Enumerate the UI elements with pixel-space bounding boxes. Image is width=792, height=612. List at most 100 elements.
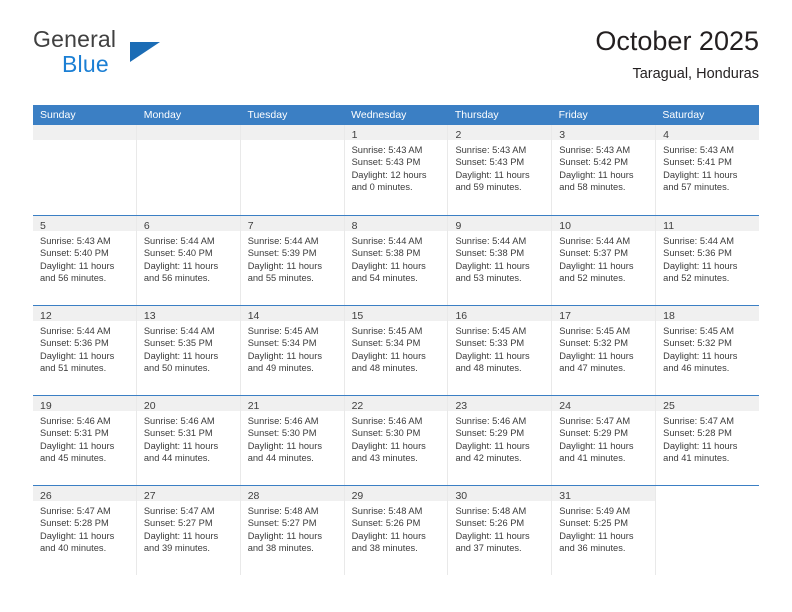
day-cell[interactable]: 24 Sunrise: 5:47 AM Sunset: 5:29 PM Dayligh… <box>551 396 656 485</box>
daylight-text-line2: and 46 minutes. <box>663 363 730 374</box>
sun-info: Sunrise: 5:48 AM Sunset: 5:26 PM Daylight:… <box>448 501 551 555</box>
sunset-text: Sunset: 5:36 PM <box>663 248 732 259</box>
title-block: October 2025 Taragual, Honduras <box>595 24 759 85</box>
daylight-text-line2: and 44 minutes. <box>143 453 211 464</box>
day-cell[interactable]: 8 Sunrise: 5:44 AM Sunset: 5:38 PM Daylight… <box>343 216 448 305</box>
sunset-text: Sunset: 5:27 PM <box>143 518 213 529</box>
day-cell[interactable]: 22 Sunrise: 5:46 AM Sunset: 5:30 PM Dayligh… <box>343 396 448 485</box>
day-number: 19 <box>40 400 52 412</box>
day-cell-empty <box>655 486 759 575</box>
day-cell[interactable]: 13 Sunrise: 5:44 AM Sunset: 5:35 PM Dayligh… <box>135 306 240 395</box>
day-cell[interactable]: 18 Sunrise: 5:45 AM Sunset: 5:32 PM Dayligh… <box>655 306 760 395</box>
date-strip: 2 <box>448 125 552 141</box>
day-cell[interactable]: 23 Sunrise: 5:46 AM Sunset: 5:29 PM Dayligh… <box>447 396 552 485</box>
sunrise-text: Sunrise: 5:47 AM <box>559 416 631 426</box>
day-cell[interactable]: 14 Sunrise: 5:45 AM Sunset: 5:34 PM Dayligh… <box>239 306 344 395</box>
daylight-text-line1: Daylight: 11 hours <box>559 260 634 271</box>
date-strip: 15 <box>344 306 448 322</box>
day-cell[interactable]: 7 Sunrise: 5:44 AM Sunset: 5:39 PM Daylight… <box>239 216 344 305</box>
sun-info: Sunrise: 5:43 AM Sunset: 5:40 PM Daylight:… <box>33 231 136 285</box>
daylight-text-line1: Daylight: 11 hours <box>559 350 634 361</box>
daylight-text-line2: and 52 minutes. <box>663 273 730 284</box>
day-cell[interactable]: 12 Sunrise: 5:44 AM Sunset: 5:36 PM Dayligh… <box>33 306 136 395</box>
day-number: 27 <box>143 490 156 502</box>
sun-info: Sunrise: 5:46 AM Sunset: 5:31 PM Daylight:… <box>137 411 240 465</box>
day-cell[interactable]: 25 Sunrise: 5:47 AM Sunset: 5:28 PM Dayligh… <box>655 396 760 485</box>
day-cell[interactable]: 21 Sunrise: 5:46 AM Sunset: 5:30 PM Dayligh… <box>239 396 344 485</box>
day-cell[interactable]: 3 Sunrise: 5:43 AM Sunset: 5:42 PM Daylight… <box>551 125 656 215</box>
day-number: 12 <box>40 310 52 322</box>
daylight-text-line2: and 54 minutes. <box>351 273 418 284</box>
day-cell[interactable]: 5 Sunrise: 5:43 AM Sunset: 5:40 PM Daylight… <box>33 216 136 305</box>
day-number: 9 <box>455 220 462 232</box>
sunset-text: Sunset: 5:35 PM <box>143 338 213 349</box>
day-number: 4 <box>663 129 669 141</box>
page-subtitle: Taragual, Honduras <box>632 66 759 82</box>
daylight-text-line2: and 45 minutes. <box>40 453 107 464</box>
sunrise-text: Sunrise: 5:46 AM <box>455 416 527 426</box>
day-cell[interactable]: 9 Sunrise: 5:44 AM Sunset: 5:38 PM Daylight… <box>447 216 552 305</box>
day-cell[interactable]: 1 Sunrise: 5:43 AM Sunset: 5:43 PM Daylight… <box>343 125 448 215</box>
date-strip: 9 <box>448 216 552 232</box>
day-number: 22 <box>351 400 364 412</box>
daylight-text-line2: and 41 minutes. <box>559 453 626 464</box>
date-strip: 6 <box>136 216 240 232</box>
daylight-text-line2: and 48 minutes. <box>455 363 522 374</box>
day-number: 26 <box>40 490 52 502</box>
sunset-text: Sunset: 5:34 PM <box>247 338 317 349</box>
weekday-header-sunday: Sunday <box>40 109 76 121</box>
sun-info: Sunrise: 5:48 AM Sunset: 5:26 PM Daylight:… <box>345 501 448 555</box>
daylight-text-line2: and 56 minutes. <box>143 273 211 284</box>
day-cell-empty <box>239 125 344 215</box>
day-cell[interactable]: 19 Sunrise: 5:46 AM Sunset: 5:31 PM Dayligh… <box>33 396 136 485</box>
sunset-text: Sunset: 5:29 PM <box>455 428 525 439</box>
day-cell[interactable]: 16 Sunrise: 5:45 AM Sunset: 5:33 PM Dayligh… <box>447 306 552 395</box>
daylight-text-line1: Daylight: 11 hours <box>351 260 426 271</box>
sun-info: Sunrise: 5:44 AM Sunset: 5:38 PM Daylight:… <box>345 231 448 285</box>
daylight-text-line1: Daylight: 11 hours <box>455 530 530 541</box>
weekday-header-saturday: Saturday <box>662 109 705 121</box>
calendar-grid: Sunday Monday Tuesday Wednesday Thursday Frid… <box>33 105 760 575</box>
sun-info: Sunrise: 5:46 AM Sunset: 5:29 PM Daylight:… <box>448 411 551 465</box>
sunset-text: Sunset: 5:43 PM <box>351 157 421 168</box>
daylight-text-line2: and 48 minutes. <box>351 363 418 374</box>
day-cell[interactable]: 6 Sunrise: 5:44 AM Sunset: 5:40 PM Daylight… <box>135 216 240 305</box>
day-cell[interactable]: 30 Sunrise: 5:48 AM Sunset: 5:26 PM Dayligh… <box>447 486 552 575</box>
date-strip: 4 <box>656 125 760 141</box>
daylight-text-line1: Daylight: 11 hours <box>143 350 219 361</box>
day-cell[interactable]: 17 Sunrise: 5:45 AM Sunset: 5:32 PM Dayligh… <box>551 306 656 395</box>
day-number: 11 <box>663 220 675 232</box>
day-cell[interactable]: 2 Sunrise: 5:43 AM Sunset: 5:43 PM Daylight… <box>447 125 552 215</box>
day-cell[interactable]: 4 Sunrise: 5:43 AM Sunset: 5:41 PM Daylight… <box>655 125 760 215</box>
date-strip: 13 <box>136 306 240 322</box>
sun-info: Sunrise: 5:45 AM Sunset: 5:34 PM Daylight:… <box>241 321 344 375</box>
daylight-text-line2: and 38 minutes. <box>351 543 418 554</box>
date-strip <box>240 125 344 140</box>
day-cell[interactable]: 26 Sunrise: 5:47 AM Sunset: 5:28 PM Dayligh… <box>33 486 136 575</box>
day-number: 2 <box>455 129 462 141</box>
daylight-text-line1: Daylight: 11 hours <box>247 440 322 451</box>
day-cell[interactable]: 28 Sunrise: 5:48 AM Sunset: 5:27 PM Dayligh… <box>239 486 344 575</box>
day-cell[interactable]: 27 Sunrise: 5:47 AM Sunset: 5:27 PM Dayligh… <box>135 486 240 575</box>
day-cell[interactable]: 15 Sunrise: 5:45 AM Sunset: 5:34 PM Dayligh… <box>343 306 448 395</box>
sun-info: Sunrise: 5:44 AM Sunset: 5:37 PM Daylight:… <box>552 231 655 285</box>
day-cell[interactable]: 10 Sunrise: 5:44 AM Sunset: 5:37 PM Dayligh… <box>551 216 656 305</box>
day-cell-empty <box>33 125 136 215</box>
sunset-text: Sunset: 5:26 PM <box>455 518 525 529</box>
day-cell[interactable]: 31 Sunrise: 5:49 AM Sunset: 5:25 PM Dayligh… <box>551 486 656 575</box>
daylight-text-line2: and 37 minutes. <box>455 543 522 554</box>
daylight-text-line1: Daylight: 11 hours <box>351 350 426 361</box>
sunrise-text: Sunrise: 5:45 AM <box>247 326 319 336</box>
daylight-text-line2: and 42 minutes. <box>455 453 522 464</box>
calendar-week-row: 5 Sunrise: 5:43 AM Sunset: 5:40 PM Daylight… <box>33 215 760 305</box>
sunrise-text: Sunrise: 5:46 AM <box>351 416 423 426</box>
sun-info: Sunrise: 5:43 AM Sunset: 5:43 PM Daylight:… <box>345 140 448 194</box>
day-cell[interactable]: 20 Sunrise: 5:46 AM Sunset: 5:31 PM Dayligh… <box>135 396 240 485</box>
day-cell[interactable]: 29 Sunrise: 5:48 AM Sunset: 5:26 PM Dayligh… <box>343 486 448 575</box>
date-strip: 5 <box>33 216 136 232</box>
daylight-text-line1: Daylight: 11 hours <box>455 350 530 361</box>
daylight-text-line2: and 44 minutes. <box>247 453 314 464</box>
date-strip: 24 <box>552 396 656 412</box>
sunrise-text: Sunrise: 5:44 AM <box>351 236 423 246</box>
day-cell[interactable]: 11 Sunrise: 5:44 AM Sunset: 5:36 PM Dayligh… <box>655 216 760 305</box>
